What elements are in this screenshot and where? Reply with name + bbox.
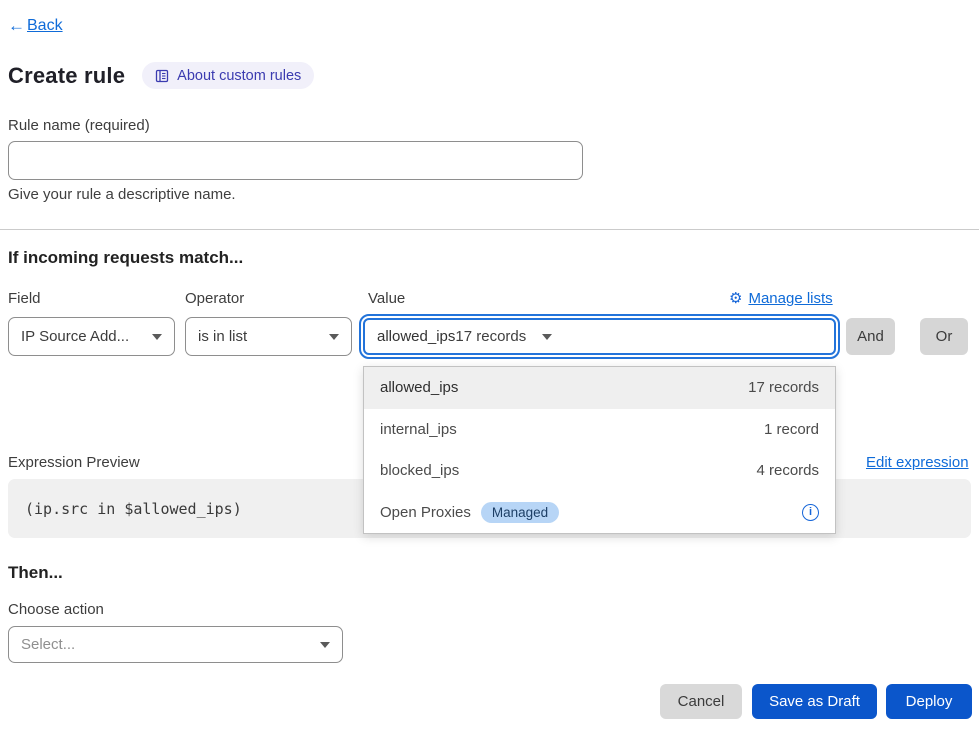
value-select-value: allowed_ips xyxy=(377,328,455,345)
value-select[interactable]: allowed_ips 17 records xyxy=(363,318,836,355)
about-custom-rules-link[interactable]: About custom rules xyxy=(142,62,314,89)
choose-action-label: Choose action xyxy=(8,601,104,618)
save-as-draft-button[interactable]: Save as Draft xyxy=(752,684,877,719)
chevron-down-icon xyxy=(152,334,162,340)
action-select-placeholder: Select... xyxy=(21,636,320,653)
back-label: Back xyxy=(27,17,63,35)
field-select-value: IP Source Add... xyxy=(21,328,152,345)
managed-badge: Managed xyxy=(481,502,559,523)
page-title: Create rule xyxy=(8,63,125,89)
page-header: Create rule About custom rules xyxy=(8,62,314,89)
deploy-button[interactable]: Deploy xyxy=(886,684,972,719)
manage-lists-label: Manage lists xyxy=(748,290,832,307)
operator-select[interactable]: is in list xyxy=(185,317,352,356)
book-icon xyxy=(155,69,169,83)
chevron-down-icon xyxy=(329,334,339,340)
expression-preview-label: Expression Preview xyxy=(8,454,140,471)
dropdown-option-open-proxies[interactable]: Open Proxies Managed i xyxy=(364,492,835,534)
list-record-count: 17 records xyxy=(748,379,819,396)
back-link[interactable]: ← Back xyxy=(8,16,63,36)
rule-name-input[interactable] xyxy=(8,141,583,180)
cancel-button[interactable]: Cancel xyxy=(660,684,742,719)
list-name: internal_ips xyxy=(380,421,457,438)
value-select-record-count: 17 records xyxy=(455,328,526,345)
then-section-title: Then... xyxy=(8,563,63,583)
operator-label: Operator xyxy=(185,290,244,307)
dropdown-option-allowed-ips[interactable]: allowed_ips 17 records xyxy=(364,367,835,409)
chevron-down-icon xyxy=(320,642,330,648)
gear-icon: ⚙ xyxy=(729,289,742,307)
field-select[interactable]: IP Source Add... xyxy=(8,317,175,356)
rule-name-helper: Give your rule a descriptive name. xyxy=(8,186,236,203)
list-name: Open Proxies xyxy=(380,504,471,521)
list-name: blocked_ips xyxy=(380,462,459,479)
back-arrow-icon: ← xyxy=(8,16,25,36)
rule-name-label: Rule name (required) xyxy=(8,117,150,134)
value-label: Value xyxy=(368,290,405,307)
list-record-count: 1 record xyxy=(764,421,819,438)
or-button[interactable]: Or xyxy=(920,318,968,355)
info-icon[interactable]: i xyxy=(802,504,819,521)
value-select-focus-ring: allowed_ips 17 records xyxy=(359,314,840,359)
action-select[interactable]: Select... xyxy=(8,626,343,663)
list-name: allowed_ips xyxy=(380,379,458,396)
chevron-down-icon xyxy=(542,334,552,340)
dropdown-option-internal-ips[interactable]: internal_ips 1 record xyxy=(364,409,835,451)
match-section-title: If incoming requests match... xyxy=(8,248,243,268)
section-divider xyxy=(0,229,979,230)
dropdown-option-blocked-ips[interactable]: blocked_ips 4 records xyxy=(364,450,835,492)
about-custom-rules-label: About custom rules xyxy=(177,68,301,84)
create-rule-page: ← Back Create rule About custom rules Ru… xyxy=(0,0,979,739)
manage-lists-link[interactable]: ⚙ Manage lists xyxy=(729,289,833,307)
field-label: Field xyxy=(8,290,41,307)
list-record-count: 4 records xyxy=(756,462,819,479)
and-button[interactable]: And xyxy=(846,318,895,355)
operator-select-value: is in list xyxy=(198,328,329,345)
value-dropdown-panel: allowed_ips 17 records internal_ips 1 re… xyxy=(363,366,836,534)
edit-expression-link[interactable]: Edit expression xyxy=(866,454,969,471)
expression-code: (ip.src in $allowed_ips) xyxy=(25,500,242,518)
